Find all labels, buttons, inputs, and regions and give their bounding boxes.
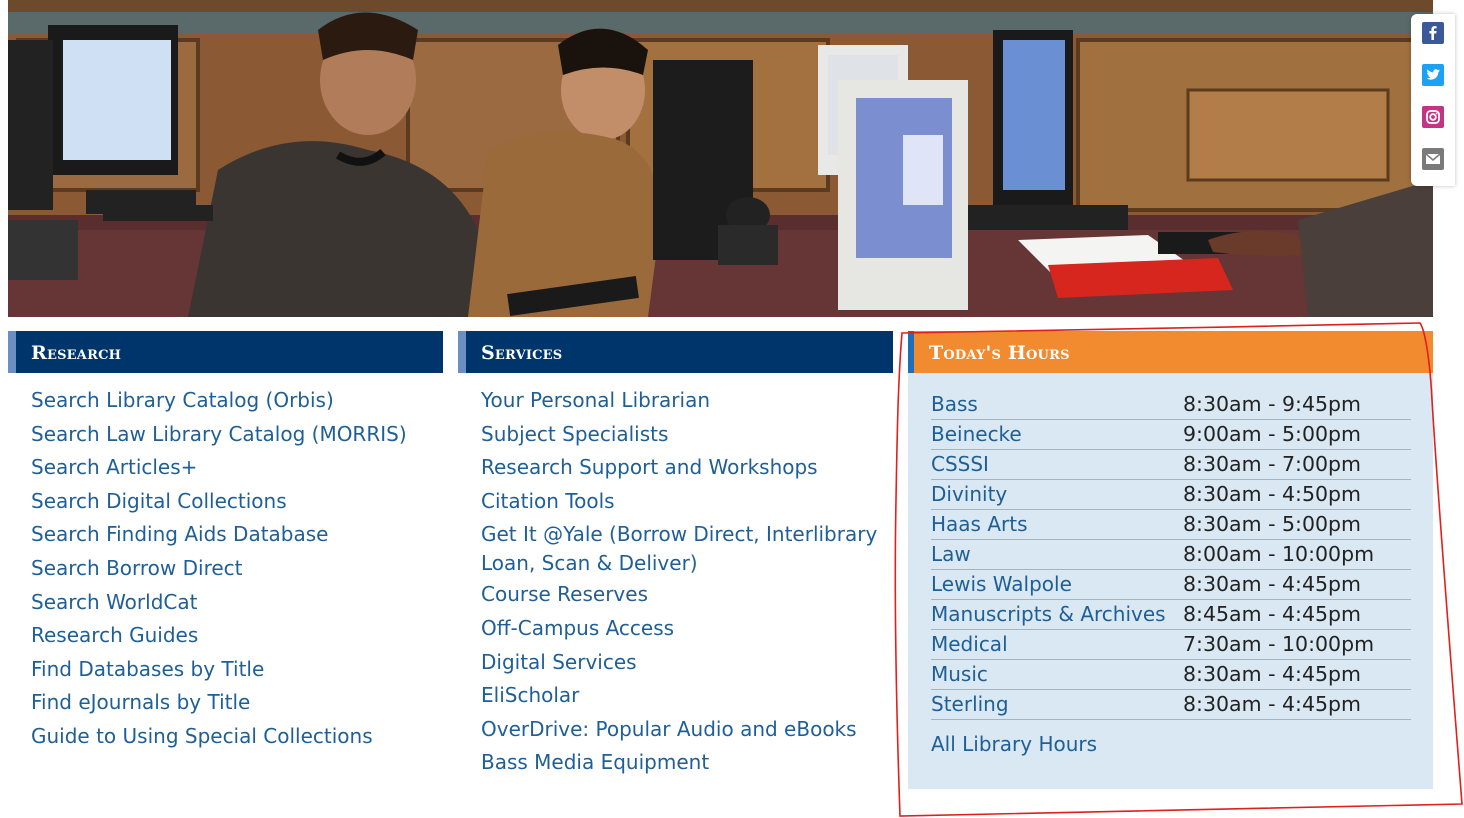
table-row: Bass 8:30am - 9:45pm — [931, 389, 1411, 420]
hours-column: Today's Hours Bass 8:30am - 9:45pm Beinec… — [908, 331, 1433, 789]
table-row: Law 8:00am - 10:00pm — [931, 539, 1411, 570]
list-item: Search Library Catalog (Orbis) — [31, 389, 443, 412]
hours-table: Bass 8:30am - 9:45pm Beinecke 9:00am - 5:0… — [931, 389, 1411, 720]
research-link-orbis[interactable]: Search Library Catalog (Orbis) — [31, 388, 334, 412]
research-link-databases[interactable]: Find Databases by Title — [31, 657, 264, 681]
services-link-research-support[interactable]: Research Support and Workshops — [481, 455, 818, 479]
services-link-bass-media[interactable]: Bass Media Equipment — [481, 750, 709, 774]
table-row: Divinity 8:30am - 4:50pm — [931, 479, 1411, 510]
services-link-get-it[interactable]: Get It @Yale (Borrow Direct, Interlibrar… — [481, 522, 877, 575]
research-link-guides[interactable]: Research Guides — [31, 623, 198, 647]
table-row: Sterling 8:30am - 4:45pm — [931, 689, 1411, 720]
hours-time: 9:00am - 5:00pm — [1183, 419, 1411, 450]
list-item: Research Guides — [31, 624, 443, 647]
hours-location-link[interactable]: Divinity — [931, 482, 1007, 506]
hours-location-link[interactable]: Sterling — [931, 692, 1009, 716]
list-item: Get It @Yale (Borrow Direct, Interlibrar… — [481, 520, 893, 578]
hero-image — [8, 0, 1433, 317]
research-link-borrow-direct[interactable]: Search Borrow Direct — [31, 556, 243, 580]
hours-location-link[interactable]: Law — [931, 542, 971, 566]
hours-location-link[interactable]: Lewis Walpole — [931, 572, 1072, 596]
hours-panel: Bass 8:30am - 9:45pm Beinecke 9:00am - 5:0… — [908, 373, 1433, 789]
table-row: Haas Arts 8:30am - 5:00pm — [931, 509, 1411, 540]
research-column: Research Search Library Catalog (Orbis) … — [8, 331, 443, 759]
email-icon[interactable] — [1422, 148, 1444, 170]
services-link-overdrive[interactable]: OverDrive: Popular Audio and eBooks — [481, 717, 857, 741]
social-bar — [1411, 14, 1455, 186]
research-link-digital-collections[interactable]: Search Digital Collections — [31, 489, 287, 513]
list-item: Find eJournals by Title — [31, 691, 443, 714]
list-item: Digital Services — [481, 650, 893, 674]
hours-time: 8:30am - 4:45pm — [1183, 689, 1411, 720]
twitter-icon[interactable] — [1422, 64, 1444, 86]
list-item: Search WorldCat — [31, 590, 443, 614]
list-item: Search Finding Aids Database — [31, 523, 443, 546]
hours-time: 8:30am - 4:50pm — [1183, 479, 1411, 510]
services-link-elischolar[interactable]: EliScholar — [481, 683, 579, 707]
table-row: Music 8:30am - 4:45pm — [931, 659, 1411, 690]
research-link-morris[interactable]: Search Law Library Catalog (MORRIS) — [31, 422, 407, 446]
research-link-finding-aids[interactable]: Search Finding Aids Database — [31, 522, 328, 546]
services-header: Services — [458, 331, 893, 373]
table-row: Lewis Walpole 8:30am - 4:45pm — [931, 569, 1411, 600]
table-row: Beinecke 9:00am - 5:00pm — [931, 419, 1411, 450]
hours-location-link[interactable]: Manuscripts & Archives — [931, 602, 1166, 626]
hours-time: 7:30am - 10:00pm — [1183, 629, 1411, 660]
hours-time: 8:45am - 4:45pm — [1183, 599, 1411, 630]
research-link-worldcat[interactable]: Search WorldCat — [31, 590, 197, 614]
facebook-icon[interactable] — [1422, 22, 1444, 44]
research-title: Research — [31, 342, 122, 364]
hours-time: 8:30am - 7:00pm — [1183, 449, 1411, 480]
hours-time: 8:30am - 5:00pm — [1183, 509, 1411, 540]
research-link-special-collections[interactable]: Guide to Using Special Collections — [31, 724, 373, 748]
list-item: Guide to Using Special Collections — [31, 724, 443, 748]
table-row: Medical 7:30am - 10:00pm — [931, 629, 1411, 660]
research-link-ejournals[interactable]: Find eJournals by Title — [31, 690, 250, 714]
services-column: Services Your Personal Librarian Subject… — [458, 331, 893, 785]
hours-time: 8:30am - 4:45pm — [1183, 569, 1411, 600]
table-row: CSSSI 8:30am - 7:00pm — [931, 449, 1411, 480]
hours-location-link[interactable]: Haas Arts — [931, 512, 1028, 536]
list-item: Search Digital Collections — [31, 489, 443, 513]
list-item: Search Borrow Direct — [31, 556, 443, 580]
hours-title: Today's Hours — [929, 342, 1070, 364]
services-link-subject-specialists[interactable]: Subject Specialists — [481, 422, 668, 446]
services-link-citation-tools[interactable]: Citation Tools — [481, 489, 615, 513]
services-link-off-campus[interactable]: Off-Campus Access — [481, 616, 674, 640]
list-item: Search Law Library Catalog (MORRIS) — [31, 422, 443, 446]
research-header: Research — [8, 331, 443, 373]
list-item: Find Databases by Title — [31, 657, 443, 681]
services-link-personal-librarian[interactable]: Your Personal Librarian — [481, 388, 710, 412]
table-row: Manuscripts & Archives 8:45am - 4:45pm — [931, 599, 1411, 630]
list-item: OverDrive: Popular Audio and eBooks — [481, 717, 893, 741]
research-links: Search Library Catalog (Orbis) Search La… — [8, 373, 443, 748]
research-link-articles[interactable]: Search Articles+ — [31, 455, 197, 479]
hours-location-link[interactable]: Beinecke — [931, 422, 1022, 446]
hours-location-link[interactable]: CSSSI — [931, 452, 989, 476]
hours-location-link[interactable]: Music — [931, 662, 988, 686]
services-link-course-reserves[interactable]: Course Reserves — [481, 582, 648, 606]
hours-location-link[interactable]: Bass — [931, 392, 978, 416]
list-item: Subject Specialists — [481, 422, 893, 446]
list-item: EliScholar — [481, 684, 893, 707]
list-item: Bass Media Equipment — [481, 751, 893, 774]
list-item: Course Reserves — [481, 583, 893, 606]
all-library-hours-link[interactable]: All Library Hours — [931, 732, 1411, 756]
hours-header: Today's Hours — [908, 331, 1433, 373]
list-item: Research Support and Workshops — [481, 456, 893, 479]
hours-time: 8:00am - 10:00pm — [1183, 539, 1411, 570]
list-item: Off-Campus Access — [481, 616, 893, 640]
instagram-icon[interactable] — [1422, 106, 1444, 128]
services-links: Your Personal Librarian Subject Speciali… — [458, 373, 893, 774]
services-link-digital-services[interactable]: Digital Services — [481, 650, 637, 674]
list-item: Search Articles+ — [31, 456, 443, 479]
hours-time: 8:30am - 9:45pm — [1183, 389, 1411, 420]
services-title: Services — [481, 342, 563, 364]
list-item: Citation Tools — [481, 489, 893, 513]
hours-location-link[interactable]: Medical — [931, 632, 1008, 656]
hours-time: 8:30am - 4:45pm — [1183, 659, 1411, 690]
list-item: Your Personal Librarian — [481, 389, 893, 412]
